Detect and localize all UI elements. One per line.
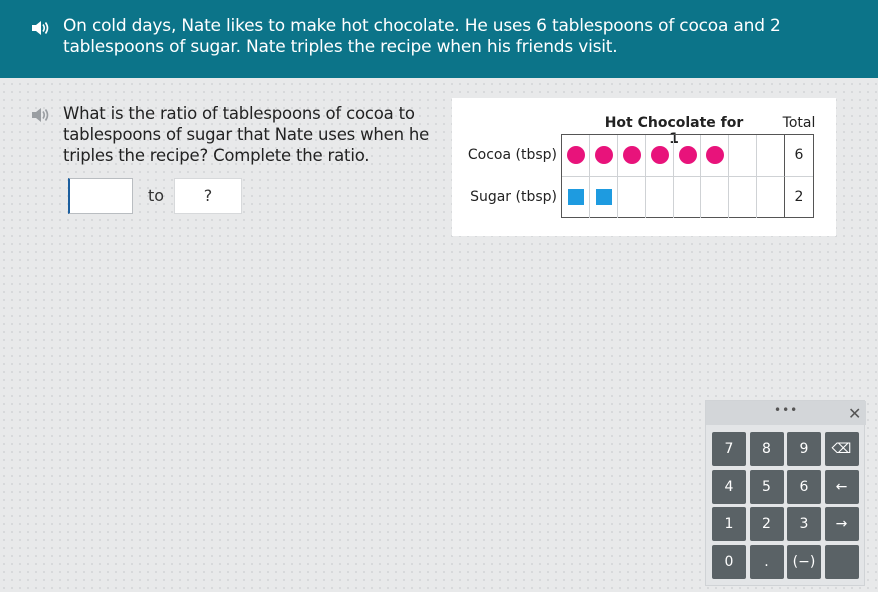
grid-cell [562,177,590,218]
grid-cell [729,177,758,218]
digit-9-key[interactable]: 9 [787,432,821,466]
digit-8-key[interactable]: 8 [749,432,784,466]
grid-cell [757,135,785,177]
keypad-drag-handle[interactable]: ••• ✕ [706,401,866,425]
number-keypad: ••• ✕ 7 8 9 ⌫ 4 5 6 ← 1 2 3 → 0. (−) [705,400,866,586]
grid-cell [674,177,702,218]
sugar-square-icon [568,189,584,205]
ratio-to-label: to [148,186,165,205]
row-total-value: 2 [794,189,804,205]
digit-0-key[interactable]: 0 [712,544,746,579]
digit-2-key[interactable]: 2 [749,507,784,541]
close-icon[interactable]: ✕ [848,404,861,423]
grid-cell [618,177,646,218]
grid-cell [646,177,674,218]
cocoa-circle-icon [678,146,697,164]
speaker-icon[interactable] [30,19,50,37]
digit-4-key[interactable]: 4 [712,469,746,504]
drag-dots-icon: ••• [774,403,799,417]
grid-cell [673,135,702,177]
grid-cell [729,135,758,177]
grid-cell [701,135,730,177]
grid-cell [589,135,618,177]
digit-1-key[interactable]: 1 [712,507,746,541]
digit-5-key[interactable]: 5 [749,469,784,504]
cocoa-circle-icon [650,146,669,164]
left-arrow-key[interactable]: ← [824,469,859,504]
negative-key[interactable]: (−) [787,544,821,579]
backspace-key[interactable]: ⌫ [824,432,859,466]
grid-cell [590,177,618,218]
speaker-icon[interactable] [30,106,50,124]
grid-cell [645,135,674,177]
digit-7-key[interactable]: 7 [712,432,746,466]
cocoa-circle-icon [594,146,613,164]
prompt-banner: On cold days, Nate likes to make hot cho… [0,0,878,78]
row-total-value: 6 [785,135,813,177]
table-total-header: Total [782,115,816,131]
recipe-grid: 62 [561,134,814,218]
decimal-key[interactable]: . [749,544,784,579]
sugar-square-icon [595,189,612,205]
blank-key[interactable] [824,544,859,579]
grid-cell [617,135,646,177]
cocoa-circle-icon [622,146,641,164]
row-label-sugar: Sugar (tbsp) [470,189,557,205]
grid-cell [562,135,590,177]
row-label-cocoa: Cocoa (tbsp) [467,147,557,163]
ratio-answer-input[interactable] [68,178,133,214]
grid-cell [701,177,730,218]
prompt-text: On cold days, Nate likes to make hot cho… [63,16,781,57]
right-arrow-key[interactable]: → [824,507,859,541]
grid-cell [757,177,785,218]
cocoa-circle-icon [706,146,725,164]
digit-3-key[interactable]: 3 [787,507,821,541]
digit-6-key[interactable]: 6 [787,469,821,504]
question-text: What is the ratio of tablespoons of coco… [63,104,430,165]
ratio-second-term-box: ? [174,178,242,214]
cocoa-circle-icon [567,146,585,164]
